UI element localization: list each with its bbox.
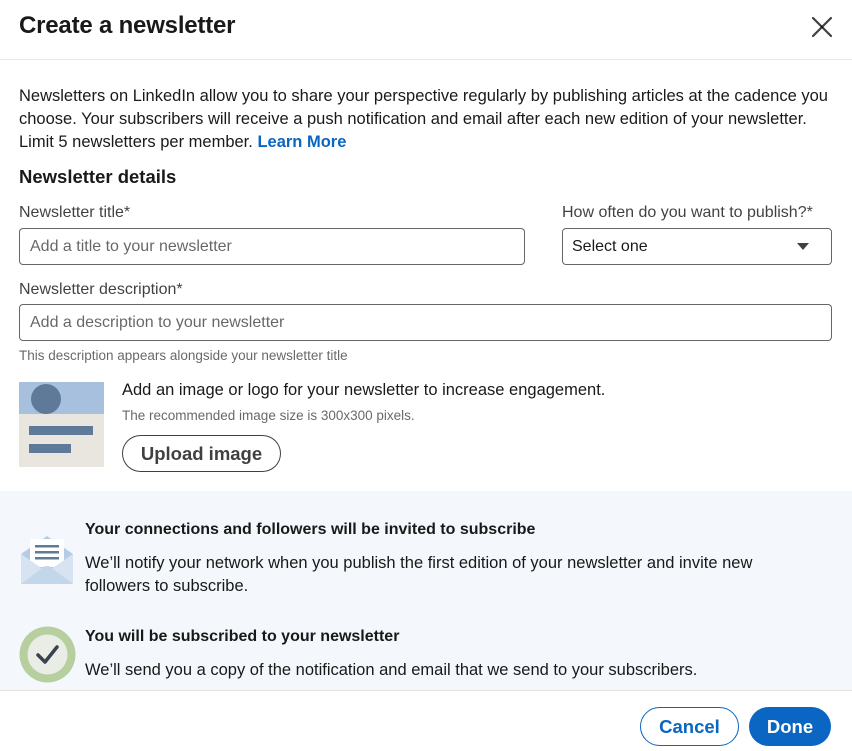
image-upload-subtext: The recommended image size is 300x300 pi… <box>122 408 415 423</box>
intro-paragraph: Newsletters on LinkedIn allow you to sha… <box>19 85 834 154</box>
subscribed-info-text: We’ll send you a copy of the notificatio… <box>85 661 698 679</box>
done-button[interactable]: Done <box>749 707 831 746</box>
close-button[interactable] <box>805 10 839 44</box>
envelope-icon <box>21 536 73 584</box>
close-icon <box>811 16 833 38</box>
publish-frequency-value: Select one <box>572 237 648 255</box>
image-placeholder-icon <box>19 382 104 467</box>
description-helper-text: This description appears alongside your … <box>19 348 348 363</box>
dialog-title: Create a newsletter <box>19 12 236 39</box>
newsletter-description-input[interactable] <box>19 304 832 341</box>
invite-info-text: We’ll notify your network when you publi… <box>85 554 753 595</box>
caret-down-icon <box>797 243 809 250</box>
cancel-button[interactable]: Cancel <box>640 707 739 746</box>
newsletter-description-label: Newsletter description* <box>19 281 183 298</box>
publish-frequency-label: How often do you want to publish?* <box>562 204 813 221</box>
upload-image-button[interactable]: Upload image <box>122 435 281 472</box>
subscribed-info-title: You will be subscribed to your newslette… <box>85 628 400 645</box>
create-newsletter-dialog: Create a newsletter Newsletters on Linke… <box>0 0 852 751</box>
publish-frequency-select[interactable]: Select one <box>562 228 832 265</box>
learn-more-link[interactable]: Learn More <box>257 133 346 151</box>
checkmark-icon <box>19 626 76 683</box>
intro-text: Newsletters on LinkedIn allow you to sha… <box>19 87 828 151</box>
newsletter-title-label: Newsletter title* <box>19 204 131 221</box>
invite-info-title: Your connections and followers will be i… <box>85 521 536 538</box>
image-upload-heading: Add an image or logo for your newsletter… <box>122 381 606 399</box>
section-heading-newsletter-details: Newsletter details <box>19 166 177 187</box>
dialog-header: Create a newsletter <box>0 0 852 60</box>
newsletter-title-input[interactable] <box>19 228 525 265</box>
